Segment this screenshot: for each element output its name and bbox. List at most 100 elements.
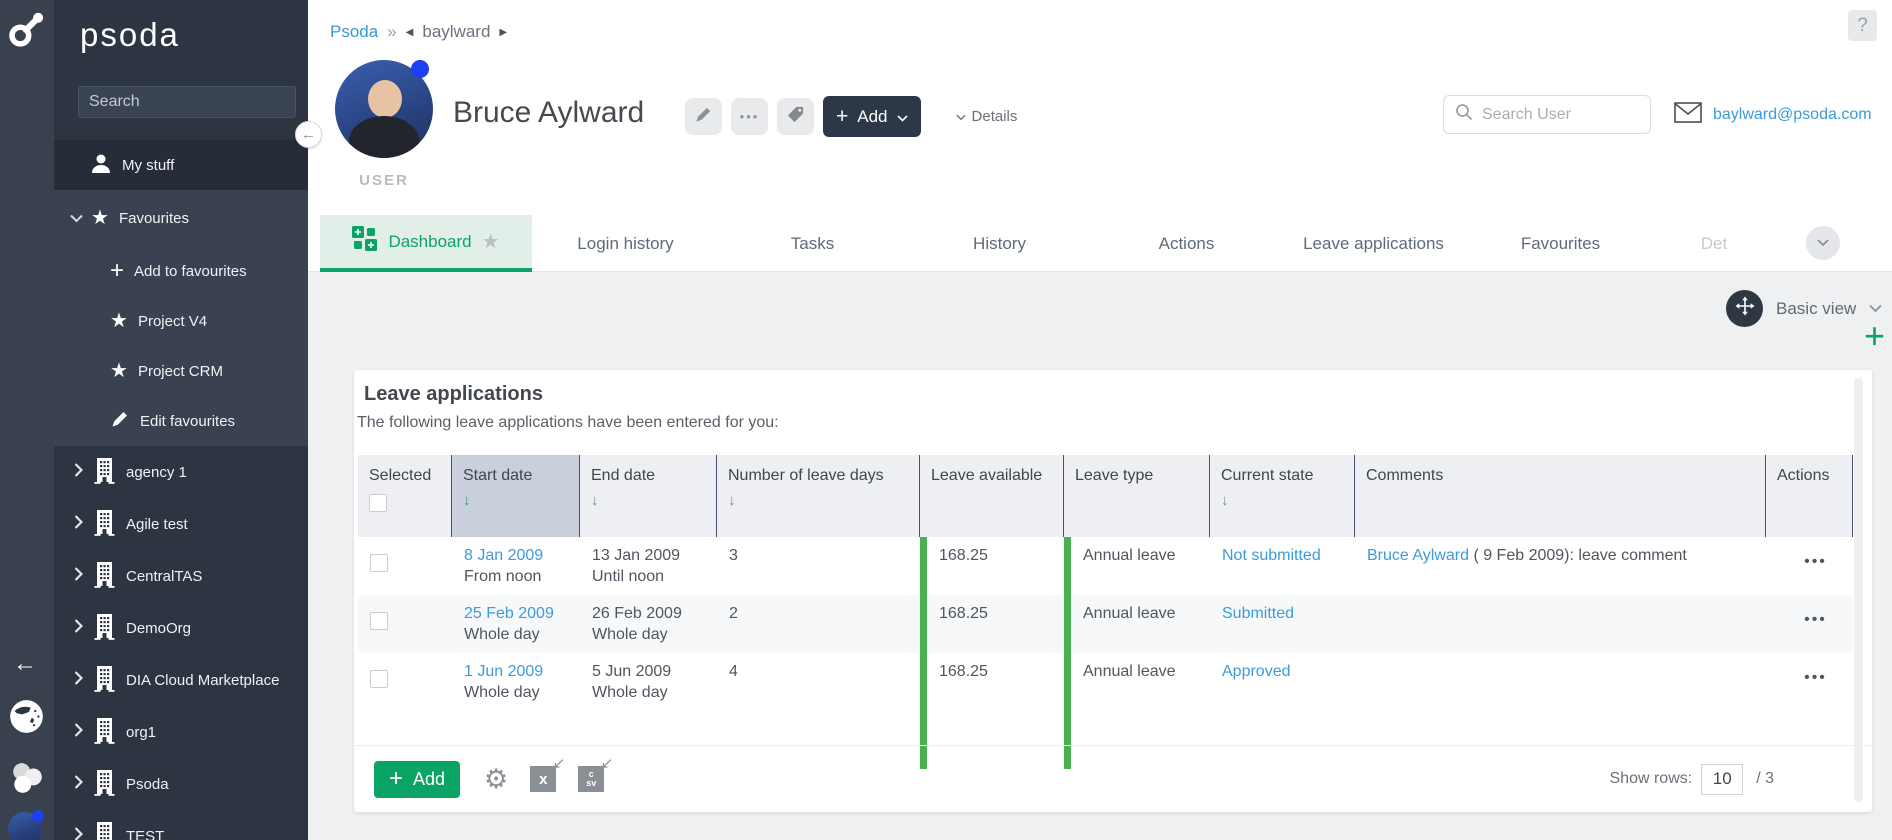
tab-tasks[interactable]: Tasks [719,215,906,272]
sidebar-item-add-to-favourites[interactable]: + Add to favourites [54,246,308,296]
export-excel-button[interactable]: x ↙ [530,755,565,792]
collapse-rail-arrow-icon[interactable]: ← [13,650,37,678]
comment-author-link[interactable]: Bruce Aylward [1367,547,1469,564]
tab-dashboard[interactable]: Dashboard ★ [320,215,532,272]
table-row: 8 Jan 2009 From noon 13 Jan 2009 Until n… [358,537,1853,595]
sort-down-icon[interactable]: ↓ [591,492,716,509]
sidebar-item-project-crm[interactable]: ★ Project CRM [54,346,308,396]
building-icon [93,665,116,696]
sidebar-item-org1[interactable]: org1 [54,706,308,758]
table-settings-gear-icon[interactable]: ⚙ [484,765,508,793]
breadcrumb-separator: » [387,22,397,41]
column-header-selected[interactable]: Selected [358,455,452,537]
download-arrow-icon: ↙ [600,755,614,772]
sidebar-item-psoda[interactable]: Psoda [54,758,308,810]
tag-button[interactable] [777,98,814,135]
rail-user-avatar[interactable] [8,810,44,840]
comment-text: ( 9 Feb 2009): leave comment [1473,547,1687,564]
column-header-start-date[interactable]: Start date ↓ [452,455,580,537]
tab-favourites[interactable]: Favourites [1467,215,1654,272]
rows-per-page-input[interactable] [1701,763,1744,795]
sidebar-item-test[interactable]: TEST [54,810,308,840]
add-widget-button[interactable]: + [1864,318,1885,354]
building-icon [93,509,116,540]
download-arrow-icon: ↙ [552,755,566,772]
panel-title: Leave applications [364,383,543,405]
breadcrumb-root-link[interactable]: Psoda [330,22,378,42]
sidebar-item-edit-favourites[interactable]: Edit favourites [54,396,308,446]
end-date: 13 Jan 2009 [592,547,681,564]
start-date-detail: From noon [464,568,542,585]
sidebar-item-demoorg[interactable]: DemoOrg [54,602,308,654]
chevron-right-icon [74,515,84,533]
tab-label: Leave applications [1303,233,1444,253]
leave-available: 168.25 [920,537,1064,595]
sort-down-icon[interactable]: ↓ [728,492,919,509]
sidebar-collapse-button[interactable]: ← [295,121,322,148]
next-sibling-icon[interactable]: ▶ [499,27,507,38]
current-state-link[interactable]: Approved [1222,663,1291,680]
sort-down-icon[interactable]: ↓ [1221,492,1354,509]
column-header-current-state[interactable]: Current state ↓ [1210,455,1355,537]
add-button[interactable]: + Add [823,96,921,137]
edit-button[interactable] [685,98,722,135]
sidebar-item-centraltas[interactable]: CentralTAS [54,550,308,602]
row-actions-button[interactable]: ••• [1766,537,1853,595]
current-state-link[interactable]: Submitted [1222,605,1294,622]
row-checkbox[interactable] [370,554,388,572]
sidebar-item-dia-cloud-marketplace[interactable]: DIA Cloud Marketplace [54,654,308,706]
move-icon [1735,296,1755,321]
add-leave-button[interactable]: + Add [374,760,461,798]
start-date-link[interactable]: 8 Jan 2009 [464,547,580,565]
star-icon[interactable]: ★ [482,229,500,254]
tab-label: Actions [1158,233,1215,253]
row-checkbox[interactable] [370,670,388,688]
column-header-end-date[interactable]: End date ↓ [580,455,717,537]
start-date-detail: Whole day [464,626,540,643]
export-csv-button[interactable]: c sv ↙ [578,755,613,792]
sort-down-icon[interactable]: ↓ [463,492,579,509]
view-bar: Basic view [1726,290,1882,327]
envelope-icon [1674,102,1702,128]
user-email-link[interactable]: baylward@psoda.com [1713,106,1872,124]
column-label: Current state [1221,467,1314,484]
sidebar-item-my-stuff[interactable]: My stuff [54,140,308,190]
help-button[interactable]: ? [1848,10,1877,41]
tab-leave-applications[interactable]: Leave applications [1280,215,1467,272]
sidebar-item-agile-test[interactable]: Agile test [54,498,308,550]
more-actions-button[interactable]: ••• [731,98,768,135]
tab-actions[interactable]: Actions [1093,215,1280,272]
start-date-link[interactable]: 1 Jun 2009 [464,663,580,681]
current-state-link[interactable]: Not submitted [1222,547,1321,564]
apps-cluster-icon[interactable] [9,760,45,801]
sidebar-item-project-v4[interactable]: ★ Project V4 [54,296,308,346]
tab-history[interactable]: History [906,215,1093,272]
column-header-comments[interactable]: Comments [1355,455,1766,537]
tabs-overflow-button[interactable] [1806,226,1840,260]
row-actions-button[interactable]: ••• [1766,595,1853,653]
sidebar-item-favourites[interactable]: ★ Favourites [54,190,308,246]
column-header-leave-available[interactable]: Leave available [920,455,1064,537]
sidebar-item-agency-1[interactable]: agency 1 [54,446,308,498]
excel-icon: x [539,770,548,788]
column-header-number-of-leave-days[interactable]: Number of leave days ↓ [717,455,920,537]
start-date-link[interactable]: 25 Feb 2009 [464,605,580,623]
user-search-input[interactable] [1482,105,1632,124]
psoda-logo-icon[interactable] [7,10,47,55]
row-actions-button[interactable]: ••• [1766,653,1853,711]
prev-sibling-icon[interactable]: ◀ [406,27,414,38]
chevron-right-icon [74,567,84,585]
view-selector[interactable]: Basic view [1776,299,1856,319]
select-all-checkbox[interactable] [369,494,387,512]
brand-wordmark[interactable]: psoda [54,0,308,70]
chevron-down-icon [1817,234,1829,252]
details-toggle[interactable]: Details [955,108,1017,125]
column-header-leave-type[interactable]: Leave type [1064,455,1210,537]
globe-icon[interactable] [8,698,45,740]
table-scrollbar[interactable] [1854,378,1863,802]
sidebar-search-input[interactable] [78,86,296,118]
row-checkbox[interactable] [370,612,388,630]
tab-login-history[interactable]: Login history [532,215,719,272]
move-widget-button[interactable] [1726,290,1763,327]
tab-details-truncated[interactable]: Det [1654,215,1774,272]
